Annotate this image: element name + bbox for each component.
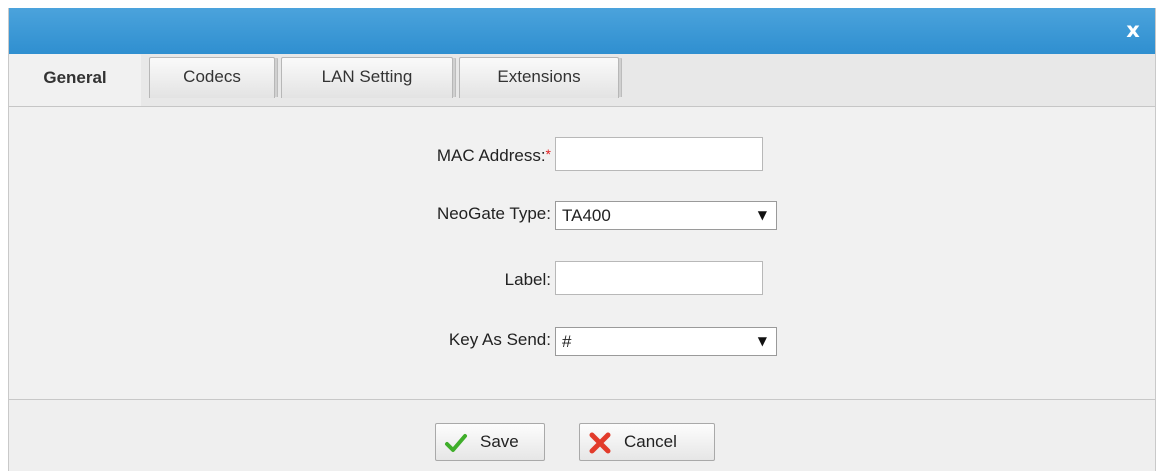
required-mark: * xyxy=(545,146,551,162)
tab-lan-setting[interactable]: LAN Setting xyxy=(281,57,453,98)
label-field-label: Label: xyxy=(504,270,551,289)
key-as-send-select[interactable]: # ▼ xyxy=(555,327,777,356)
key-as-send-label: Key As Send: xyxy=(448,330,551,349)
save-button[interactable]: Save xyxy=(435,423,545,461)
cancel-button-label: Cancel xyxy=(624,432,677,451)
close-button[interactable]: x xyxy=(1121,17,1145,43)
tab-codecs[interactable]: Codecs xyxy=(149,57,275,98)
neogate-type-label: NeoGate Type: xyxy=(436,204,551,223)
neogate-type-select[interactable]: TA400 ▼ xyxy=(555,201,777,230)
tab-extensions[interactable]: Extensions xyxy=(459,57,619,98)
key-as-send-value: # xyxy=(562,332,572,351)
mac-address-input[interactable] xyxy=(555,137,763,171)
x-icon xyxy=(589,432,611,454)
dropdown-arrow-icon: ▼ xyxy=(757,334,767,348)
neogate-type-value: TA400 xyxy=(562,206,611,225)
mac-address-label: MAC Address:* xyxy=(436,146,551,165)
save-button-label: Save xyxy=(480,432,519,451)
tab-bar: General Codecs LAN Setting Extensions xyxy=(9,54,1155,107)
cancel-button[interactable]: Cancel xyxy=(579,423,715,461)
general-form: MAC Address:* NeoGate Type: TA400 ▼ Labe… xyxy=(9,106,1155,406)
dialog-titlebar: x xyxy=(9,8,1155,54)
tab-general[interactable]: General xyxy=(9,54,141,106)
check-icon xyxy=(445,434,467,452)
dropdown-arrow-icon: ▼ xyxy=(757,208,767,222)
dialog: x General Codecs LAN Setting Extensions … xyxy=(8,8,1156,471)
dialog-footer: Save Cancel xyxy=(9,399,1155,471)
label-input[interactable] xyxy=(555,261,763,295)
